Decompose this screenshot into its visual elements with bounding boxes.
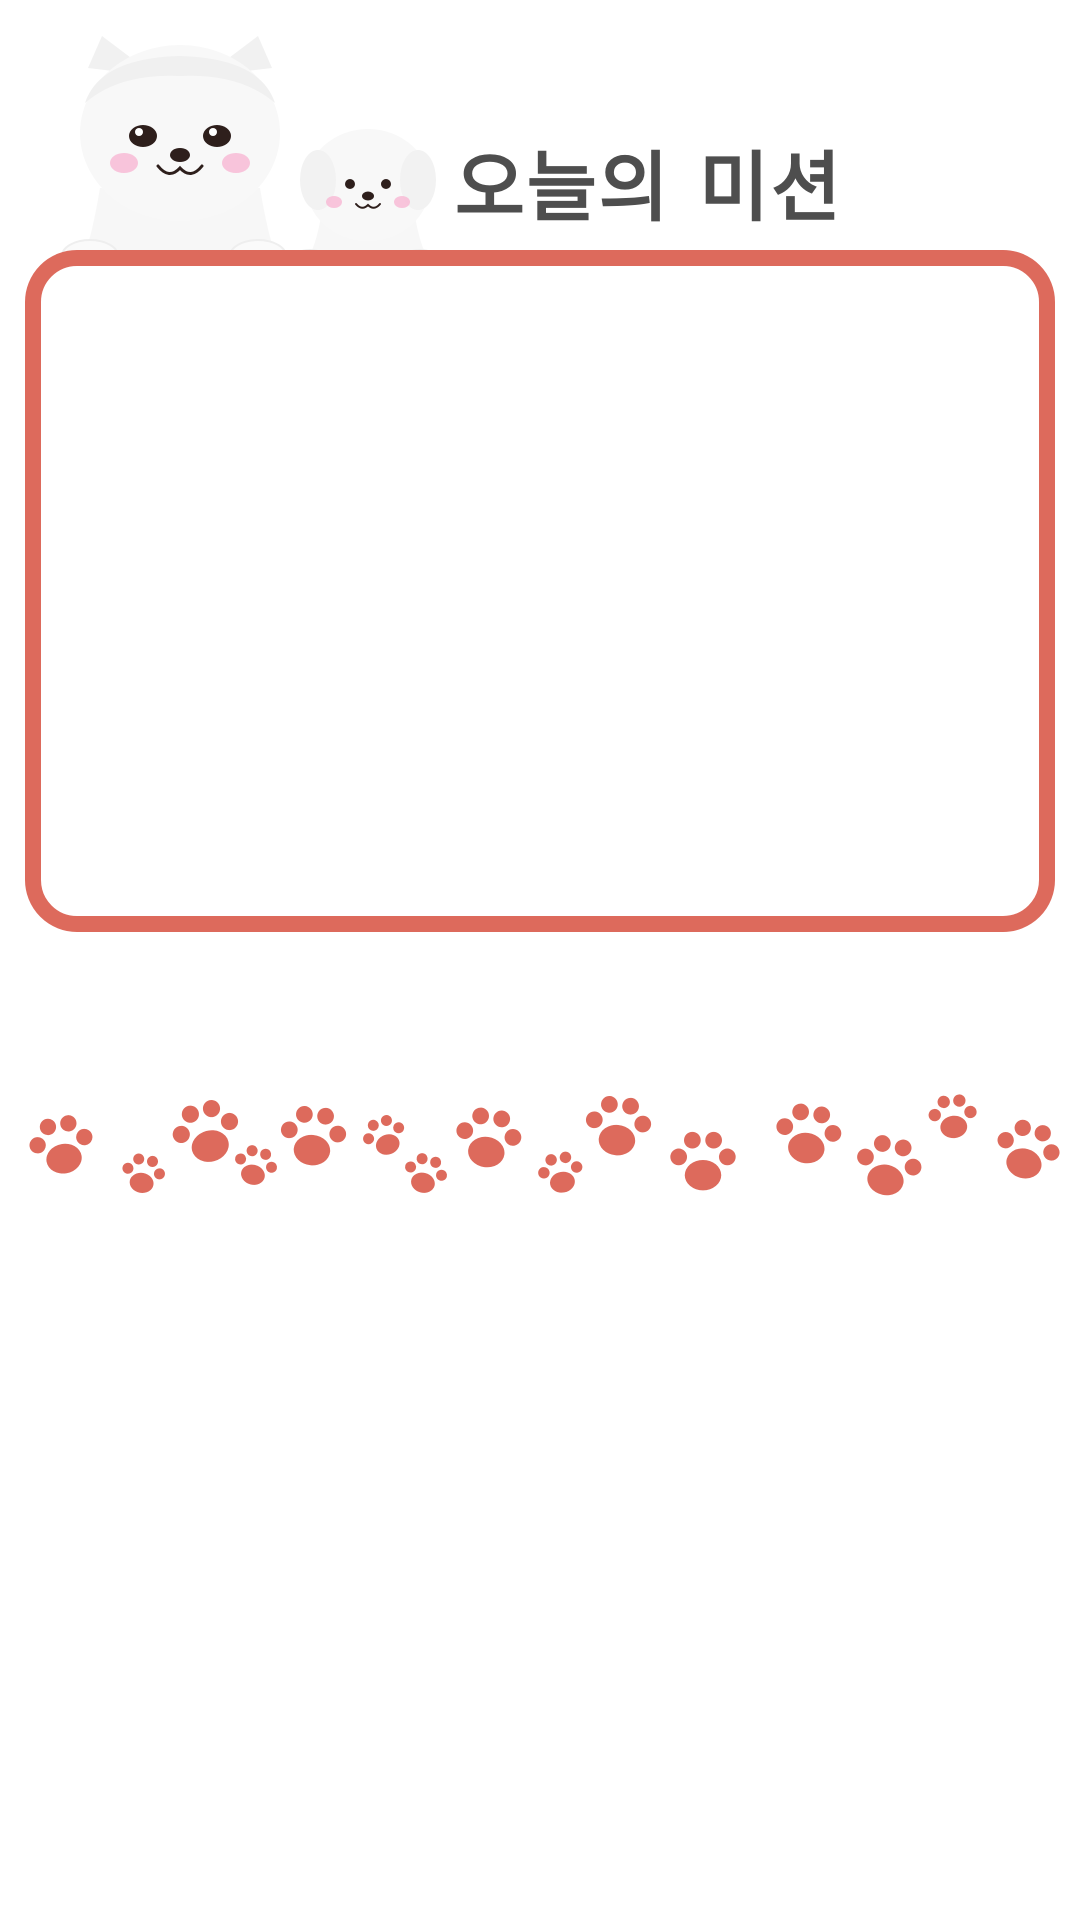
paw-print-icon (997, 1119, 1060, 1179)
paw-print-icon (670, 1131, 736, 1191)
page-title: 오늘의 미션 (455, 143, 844, 232)
paw-print-icon (456, 1107, 522, 1168)
paw-print-trail (0, 1080, 1080, 1200)
paw-print-icon (928, 1094, 977, 1139)
paw-print-icon (122, 1153, 165, 1193)
paw-print-icon (776, 1103, 842, 1164)
white-puppy-small-icon (291, 129, 439, 270)
mission-card (25, 250, 1055, 932)
paw-print-icon (585, 1095, 652, 1156)
paw-print-icon (29, 1115, 93, 1174)
paw-print-icon (280, 1105, 347, 1166)
paw-print-icon (857, 1135, 922, 1196)
white-puppy-big-icon (61, 36, 287, 273)
